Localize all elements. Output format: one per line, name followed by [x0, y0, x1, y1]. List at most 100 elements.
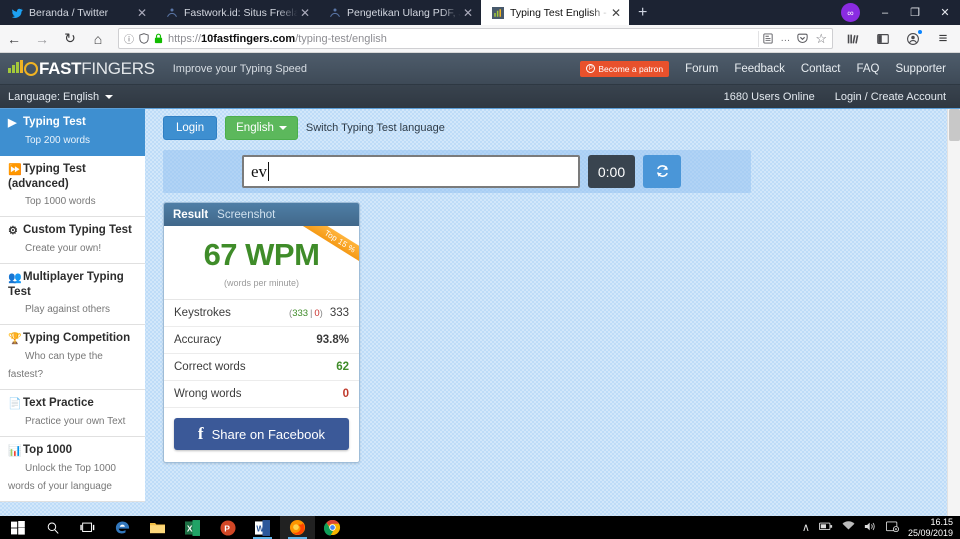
share-label: Share on Facebook [211, 426, 326, 442]
reader-view-icon[interactable] [763, 33, 773, 44]
sidebar-item-title: ▶ Typing Test [8, 116, 86, 129]
powerpoint-icon: P [219, 519, 236, 536]
search-button[interactable] [35, 516, 70, 539]
screen: Beranda / Twitter ✕ Fastwork.id: Situs F… [0, 0, 960, 539]
stat-label: Wrong words [174, 388, 242, 400]
new-tab-button[interactable]: + [629, 0, 656, 25]
action-center-icon[interactable] [885, 521, 899, 535]
task-view-button[interactable] [70, 516, 105, 539]
become-a-patron-button[interactable]: P Become a patron [580, 60, 670, 77]
sidebar-item-typing-test-advanced[interactable]: ⏩Typing Test (advanced) Top 1000 words [0, 156, 145, 217]
page-scrollbar[interactable]: ▼ [947, 109, 960, 516]
close-icon[interactable]: ✕ [609, 7, 623, 19]
browser-tab[interactable]: Fastwork.id: Situs Freelance On ✕ [155, 0, 318, 25]
document-icon: 📄 [8, 398, 22, 410]
nav-link-forum[interactable]: Forum [685, 63, 718, 75]
back-button[interactable]: ← [0, 25, 28, 53]
lock-icon[interactable] [154, 33, 163, 44]
close-icon[interactable]: ✕ [461, 7, 475, 19]
browser-tab-active[interactable]: Typing Test English - 10FastFin ✕ [481, 0, 629, 25]
main-content: Login English Switch Typing Test languag… [163, 109, 763, 463]
close-window-button[interactable]: ✕ [930, 0, 960, 25]
trophy-icon: 🏆 [8, 333, 22, 345]
sidebar-item-typing-competition[interactable]: 🏆Typing Competition Who can type the fas… [0, 325, 145, 390]
more-actions-icon[interactable]: … [780, 33, 790, 44]
sidebar-icon[interactable] [869, 25, 897, 53]
show-hidden-icons-chevron[interactable]: ∧ [802, 521, 810, 534]
sidebar-item-typing-test[interactable]: ▶ Typing Test Top 200 words [0, 109, 145, 156]
wpm-value: 67 WPM [203, 237, 320, 272]
patron-label: Become a patron [598, 63, 664, 74]
share-on-facebook-button[interactable]: f Share on Facebook [174, 418, 349, 450]
sidebar-item-title: ⚙ Custom Typing Test [8, 224, 132, 237]
start-button[interactable] [0, 516, 35, 539]
library-icon[interactable] [839, 25, 867, 53]
browser-tab[interactable]: Beranda / Twitter ✕ [0, 0, 155, 25]
chrome-icon [324, 519, 341, 536]
address-bar[interactable]: ⓘ https://10fastfingers.com/typing-test/… [118, 28, 833, 49]
sidebar-item-text-practice[interactable]: 📄Text Practice Practice your own Text [0, 390, 145, 437]
tab-screenshot[interactable]: Screenshot [217, 209, 275, 221]
nav-link-supporter[interactable]: Supporter [895, 63, 946, 75]
site-logo[interactable]: FASTFINGERS [8, 60, 155, 77]
bookmark-star-icon[interactable]: ☆ [815, 31, 827, 47]
sidebar-item-sub: Practice your own Text [25, 416, 126, 427]
sidebar-item-sub: Unlock the Top 1000 words of your langua… [8, 463, 116, 492]
pocket-icon[interactable] [797, 33, 809, 44]
file-explorer-taskbar-icon[interactable] [140, 516, 175, 539]
powerpoint-taskbar-icon[interactable]: P [210, 516, 245, 539]
sidebar-item-sub: Play against others [25, 304, 111, 315]
stat-label: Keystrokes [174, 307, 231, 319]
browser-tab-title: Typing Test English - 10FastFin [510, 6, 609, 19]
taskbar-clock[interactable]: 16.15 25/09/2019 [908, 517, 953, 539]
sidebar-item-multiplayer-typing-test[interactable]: 👥Multiplayer Typing Test Play against ot… [0, 264, 145, 325]
stat-row-correct-words: Correct words 62 [164, 354, 359, 381]
scrollbar-thumb[interactable] [949, 109, 960, 141]
nav-link-faq[interactable]: FAQ [856, 63, 879, 75]
restart-test-button[interactable] [643, 155, 681, 188]
account-icon[interactable] [899, 25, 927, 53]
home-button[interactable]: ⌂ [84, 25, 112, 53]
chrome-taskbar-icon[interactable] [315, 516, 350, 539]
sidebar-item-top-1000[interactable]: 📊Top 1000 Unlock the Top 1000 words of y… [0, 437, 145, 502]
volume-icon[interactable] [864, 521, 877, 535]
timer-display: 0:00 [588, 155, 635, 188]
login-create-account-link[interactable]: Login / Create Account [835, 91, 946, 103]
fastwork-icon [328, 6, 341, 19]
login-button[interactable]: Login [163, 116, 218, 140]
sidebar: ▶ Typing Test Top 200 words ⏩Typing Test … [0, 109, 145, 516]
site-header: FASTFINGERS Improve your Typing Speed P … [0, 53, 960, 85]
firefox-account-icon[interactable]: ∞ [841, 3, 860, 22]
nav-link-contact[interactable]: Contact [801, 63, 841, 75]
excel-icon: X [185, 519, 200, 536]
language-selector[interactable]: Language: English [8, 91, 99, 103]
sidebar-item-sub: Who can type the fastest? [8, 351, 103, 380]
close-icon[interactable]: ✕ [298, 7, 312, 19]
nav-link-feedback[interactable]: Feedback [734, 63, 785, 75]
browser-tab-title: Fastwork.id: Situs Freelance On [184, 6, 298, 19]
tenfastfingers-icon [491, 6, 504, 19]
chevron-down-icon[interactable] [105, 94, 114, 99]
sidebar-item-custom-typing-test[interactable]: ⚙ Custom Typing Test Create your own! [0, 217, 145, 264]
forward-button[interactable]: → [28, 25, 56, 53]
typing-input[interactable]: ev [242, 155, 580, 188]
stat-value: 333 [329, 307, 349, 319]
shield-icon[interactable] [139, 33, 149, 44]
close-icon[interactable]: ✕ [135, 7, 149, 19]
reload-button[interactable]: ↻ [56, 25, 84, 53]
tab-result[interactable]: Result [173, 209, 208, 221]
wpm-section: Top 15 % 67 WPM (words per minute) [164, 226, 359, 300]
gears-icon: ⚙ [8, 225, 18, 237]
firefox-taskbar-icon[interactable] [280, 516, 315, 539]
minimize-button[interactable]: – [870, 0, 900, 25]
browser-tab[interactable]: Pengetikan Ulang PDF, JPG Ke ✕ [318, 0, 481, 25]
app-menu-button[interactable]: ≡ [929, 25, 957, 53]
excel-taskbar-icon[interactable]: X [175, 516, 210, 539]
maximize-button[interactable]: ❐ [900, 0, 930, 25]
word-taskbar-icon[interactable]: W [245, 516, 280, 539]
page-info-icon[interactable]: ⓘ [124, 31, 134, 46]
wifi-icon[interactable] [842, 521, 855, 534]
test-language-button[interactable]: English [225, 116, 298, 140]
battery-icon[interactable] [818, 522, 833, 534]
edge-taskbar-icon[interactable] [105, 516, 140, 539]
